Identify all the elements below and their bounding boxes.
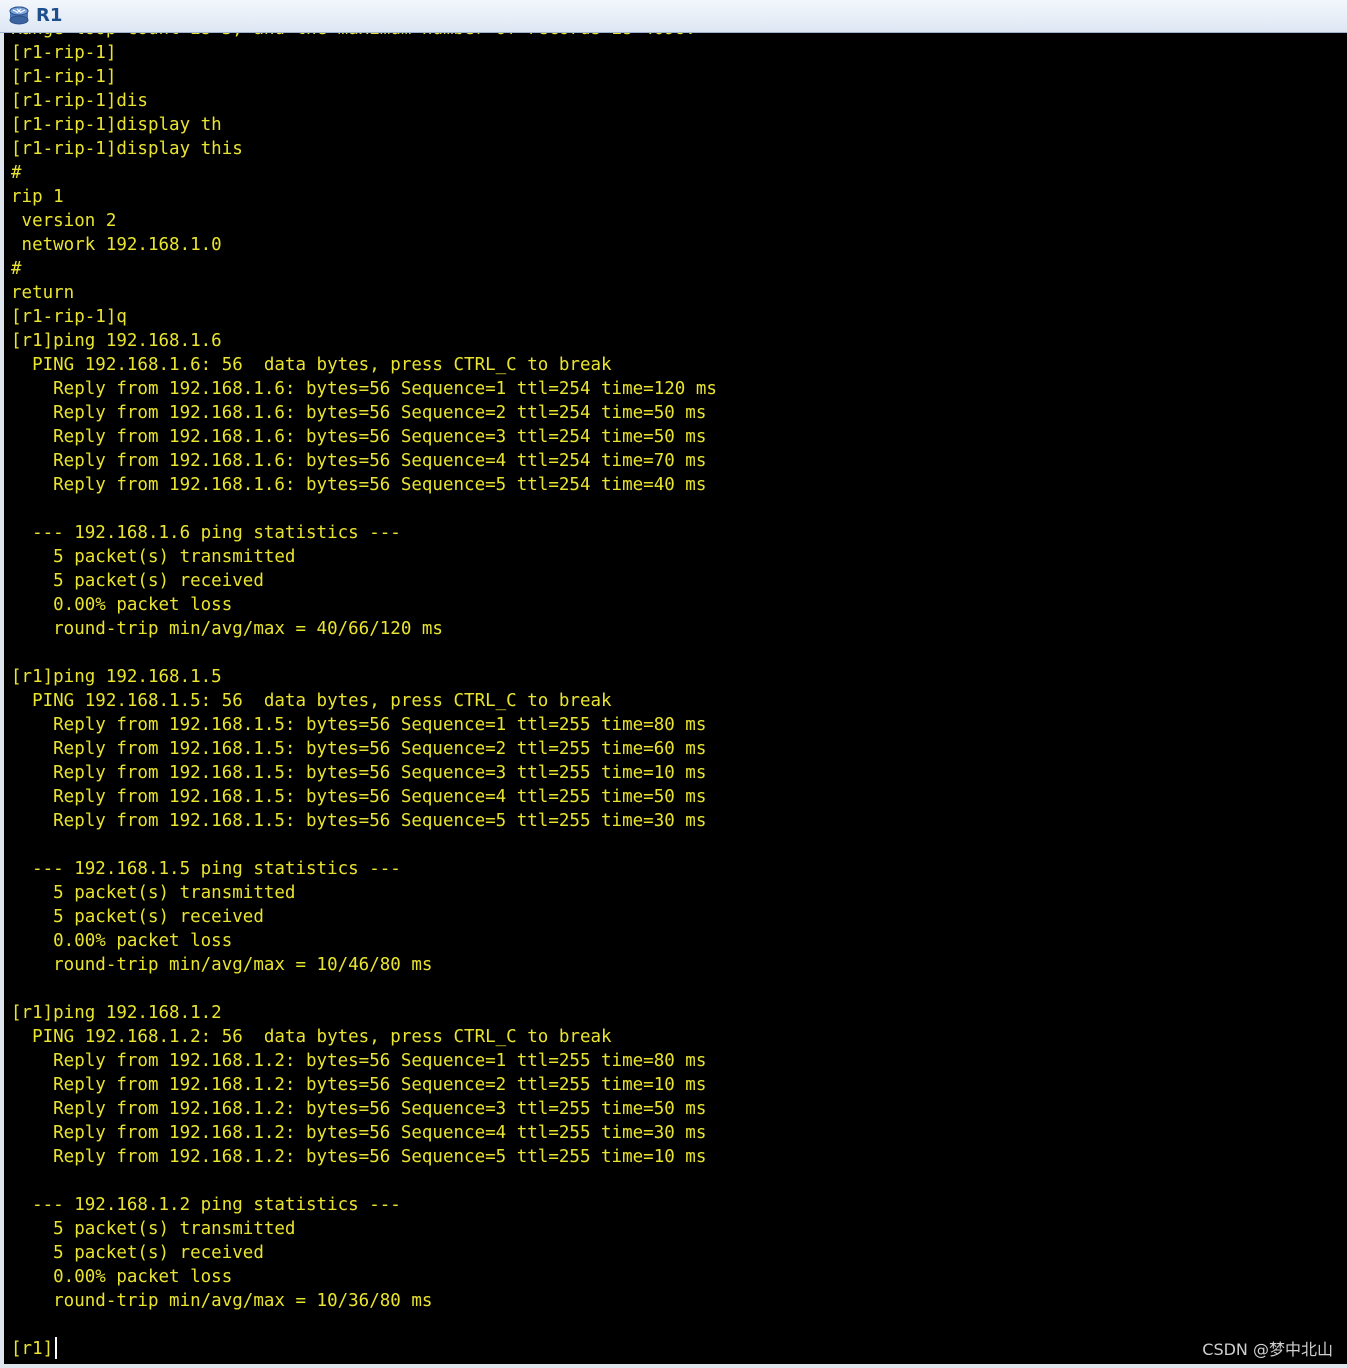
text-cursor xyxy=(55,1337,58,1359)
terminal-line: # xyxy=(11,163,22,183)
terminal-line: Reply from 192.168.1.2: bytes=56 Sequenc… xyxy=(11,1099,707,1119)
terminal-line: [r1-rip-1]display this xyxy=(11,139,243,159)
terminal-line: --- 192.168.1.6 ping statistics --- xyxy=(11,523,401,543)
terminal-line: round-trip min/avg/max = 10/36/80 ms xyxy=(11,1291,433,1311)
terminal-line: [r1-rip-1]display th xyxy=(11,115,222,135)
terminal-line: Reply from 192.168.1.6: bytes=56 Sequenc… xyxy=(11,451,707,471)
terminal-line: 0.00% packet loss xyxy=(11,1267,233,1287)
terminal-line: [r1]ping 192.168.1.5 xyxy=(11,667,222,687)
terminal-line: PING 192.168.1.5: 56 data bytes, press C… xyxy=(11,691,612,711)
terminal-line: round-trip min/avg/max = 10/46/80 ms xyxy=(11,955,433,975)
terminal-output: Range loop count is 3, and the maximum n… xyxy=(11,33,717,1361)
terminal-line: PING 192.168.1.2: 56 data bytes, press C… xyxy=(11,1027,612,1047)
terminal-line: 5 packet(s) transmitted xyxy=(11,883,296,903)
terminal-line: 5 packet(s) transmitted xyxy=(11,1219,296,1239)
terminal-line: [r1-rip-1]q xyxy=(11,307,127,327)
terminal-line: Reply from 192.168.1.2: bytes=56 Sequenc… xyxy=(11,1075,707,1095)
terminal-line: version 2 xyxy=(11,211,117,231)
window-title: R1 xyxy=(36,5,63,26)
terminal-line: Reply from 192.168.1.5: bytes=56 Sequenc… xyxy=(11,715,707,735)
terminal-line: round-trip min/avg/max = 40/66/120 ms xyxy=(11,619,443,639)
terminal-line: Reply from 192.168.1.5: bytes=56 Sequenc… xyxy=(11,763,707,783)
terminal-line: 0.00% packet loss xyxy=(11,595,233,615)
terminal-line: [r1-rip-1] xyxy=(11,67,117,87)
terminal-line: Reply from 192.168.1.5: bytes=56 Sequenc… xyxy=(11,811,707,831)
title-bar[interactable]: R1 xyxy=(0,0,1347,33)
terminal-line: [r1-rip-1] xyxy=(11,43,117,63)
terminal-line: # xyxy=(11,259,22,279)
terminal-line: PING 192.168.1.6: 56 data bytes, press C… xyxy=(11,355,612,375)
terminal-console[interactable]: Range loop count is 3, and the maximum n… xyxy=(4,33,1347,1364)
terminal-line: 5 packet(s) received xyxy=(11,571,264,591)
router-icon xyxy=(7,4,31,28)
terminal-line: rip 1 xyxy=(11,187,64,207)
terminal-line: network 192.168.1.0 xyxy=(11,235,222,255)
terminal-line: Reply from 192.168.1.6: bytes=56 Sequenc… xyxy=(11,379,717,399)
terminal-line: Range loop count is 3, and the maximum n… xyxy=(11,33,717,41)
terminal-line: Reply from 192.168.1.5: bytes=56 Sequenc… xyxy=(11,787,707,807)
terminal-line: 0.00% packet loss xyxy=(11,931,233,951)
terminal-line: Reply from 192.168.1.6: bytes=56 Sequenc… xyxy=(11,427,707,447)
terminal-line: Reply from 192.168.1.5: bytes=56 Sequenc… xyxy=(11,739,707,759)
terminal-line: [r1-rip-1]dis xyxy=(11,91,148,111)
terminal-line: 5 packet(s) transmitted xyxy=(11,547,296,567)
terminal-line: Reply from 192.168.1.2: bytes=56 Sequenc… xyxy=(11,1051,707,1071)
terminal-line: Reply from 192.168.1.2: bytes=56 Sequenc… xyxy=(11,1123,707,1143)
terminal-line: return xyxy=(11,283,75,303)
terminal-line: 5 packet(s) received xyxy=(11,907,264,927)
command-prompt: [r1] xyxy=(11,1339,54,1359)
terminal-line: --- 192.168.1.2 ping statistics --- xyxy=(11,1195,401,1215)
terminal-line: Reply from 192.168.1.6: bytes=56 Sequenc… xyxy=(11,475,707,495)
prompt-line[interactable]: [r1] xyxy=(11,1337,717,1361)
terminal-line: 5 packet(s) received xyxy=(11,1243,264,1263)
terminal-line: [r1]ping 192.168.1.6 xyxy=(11,331,222,351)
terminal-line: [r1]ping 192.168.1.2 xyxy=(11,1003,222,1023)
terminal-window: R1 Range loop count is 3, and the maximu… xyxy=(0,0,1347,1368)
window-border-bottom xyxy=(0,1364,1347,1368)
terminal-line: Reply from 192.168.1.6: bytes=56 Sequenc… xyxy=(11,403,707,423)
terminal-line: Reply from 192.168.1.2: bytes=56 Sequenc… xyxy=(11,1147,707,1167)
watermark-text: CSDN @梦中北山 xyxy=(1202,1340,1333,1359)
terminal-line: --- 192.168.1.5 ping statistics --- xyxy=(11,859,401,879)
